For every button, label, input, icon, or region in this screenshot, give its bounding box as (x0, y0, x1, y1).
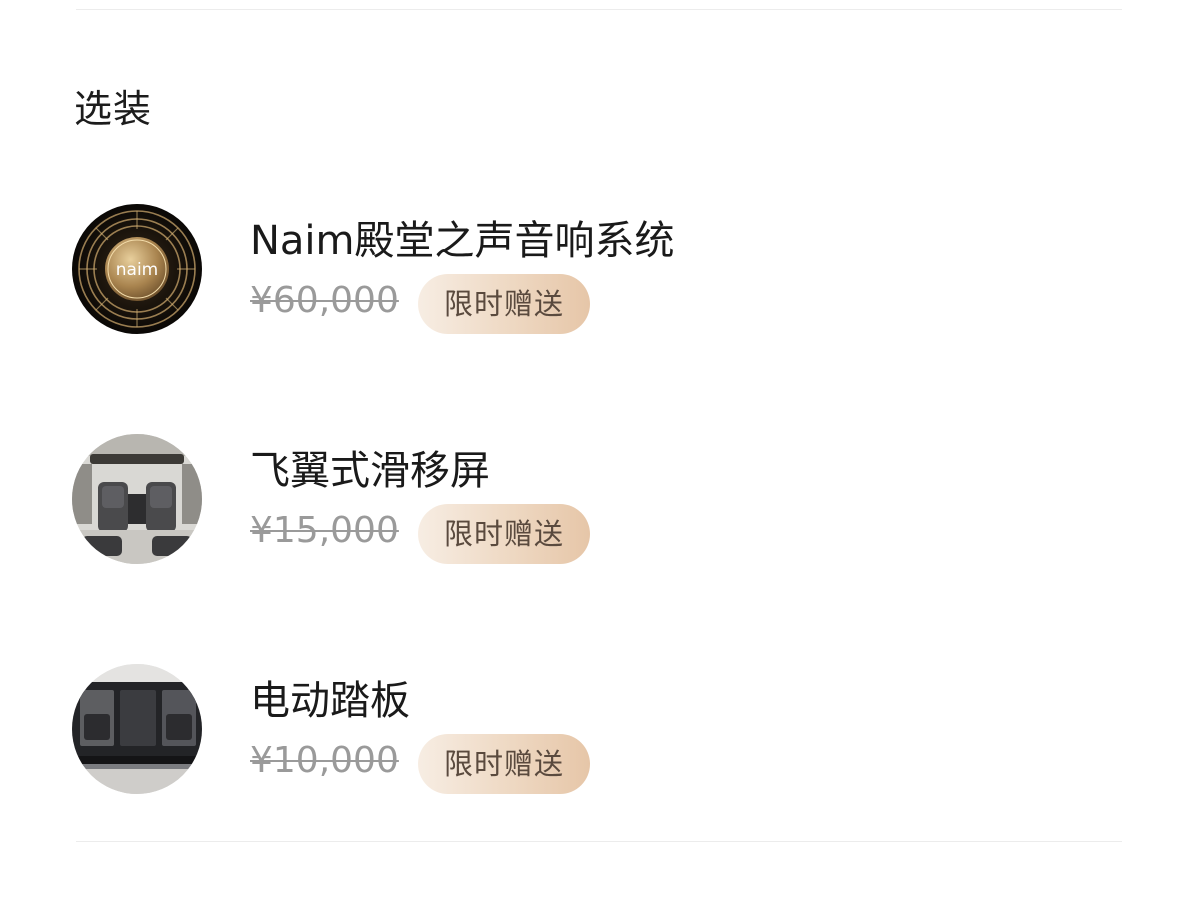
original-price: ¥15,000 (250, 510, 399, 551)
option-title: Naim殿堂之声音响系统 (250, 218, 675, 264)
original-price: ¥10,000 (250, 740, 399, 781)
free-gift-badge: 限时赠送 (418, 504, 590, 564)
option-title: 电动踏板 (250, 678, 410, 724)
free-gift-badge: 限时赠送 (418, 734, 590, 794)
bottom-divider (76, 841, 1122, 842)
free-gift-badge: 限时赠送 (418, 274, 590, 334)
top-divider (76, 9, 1122, 10)
option-item-naim-audio[interactable]: naim Naim殿堂之声音响系统 ¥60,000 限时赠送 (72, 204, 1122, 336)
option-title: 飞翼式滑移屏 (250, 448, 490, 494)
naim-logo-text: naim (116, 260, 158, 280)
option-item-power-running-board[interactable]: 电动踏板 ¥10,000 限时赠送 (72, 664, 1122, 796)
option-item-sliding-screen[interactable]: 飞翼式滑移屏 ¥15,000 限时赠送 (72, 434, 1122, 566)
running-board-thumbnail (72, 664, 202, 794)
sliding-screen-thumbnail (72, 434, 202, 564)
original-price: ¥60,000 (250, 280, 399, 321)
naim-speaker-thumbnail: naim (72, 204, 202, 334)
section-title: 选装 (74, 87, 153, 131)
